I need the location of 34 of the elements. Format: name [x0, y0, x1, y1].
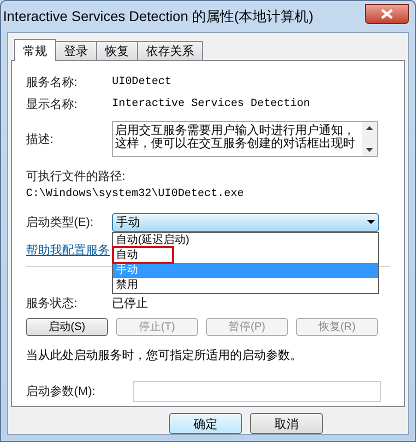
caret-icon [367, 220, 375, 224]
dialog-button[interactable]: 取消 [250, 413, 323, 434]
highlight-box [112, 246, 174, 264]
tab[interactable]: 依存关系 [137, 41, 203, 60]
field-label: 服务状态: [26, 294, 78, 312]
scrollbar[interactable] [362, 122, 377, 156]
field-label: 描述: [26, 131, 54, 148]
tab[interactable]: 常规 [14, 39, 56, 61]
note-text: 当从此处启动服务时，您可指定所适用的启动参数。 [26, 346, 303, 364]
field-value: C:\Windows\system32\UI0Detect.exe [26, 187, 245, 202]
dropdown-option[interactable]: 自动 [113, 248, 378, 262]
startup-type-dropdown[interactable]: 手动 [112, 212, 379, 232]
field-value: 已停止 [112, 294, 148, 312]
field-label: 服务名称: [26, 74, 78, 91]
window-title: Interactive Services Detection 的属性(本地计算机) [3, 7, 314, 26]
tab[interactable]: 恢复 [96, 41, 138, 60]
close-icon [381, 8, 393, 18]
start-parameters-field[interactable] [133, 380, 381, 402]
field-value: UI0Detect [112, 74, 172, 90]
field-label: 显示名称: [26, 96, 78, 113]
description-box[interactable]: 启用交互服务需要用户输入时进行用户通知，这样，便可以在交互服务创建的对话框出现时 [112, 121, 378, 157]
dropdown-option[interactable]: 自动(延迟启动) [113, 232, 378, 248]
field-label: 启动类型(E): [26, 214, 94, 231]
scroll-down-icon[interactable] [366, 148, 373, 152]
dropdown-option[interactable]: 禁用 [113, 278, 378, 292]
field-label: 启动参数(M): [26, 383, 96, 400]
field-label: 可执行文件的路径: [26, 168, 126, 185]
service-button[interactable]: 启动(S) [26, 318, 108, 336]
field-value: Interactive Services Detection [112, 96, 310, 112]
scroll-up-icon[interactable] [366, 126, 373, 130]
help-link[interactable]: 帮助我配置服务 [26, 240, 110, 258]
tab[interactable]: 登录 [55, 41, 97, 60]
dialog-button[interactable]: 确定 [169, 413, 242, 434]
close-button[interactable] [365, 4, 409, 24]
